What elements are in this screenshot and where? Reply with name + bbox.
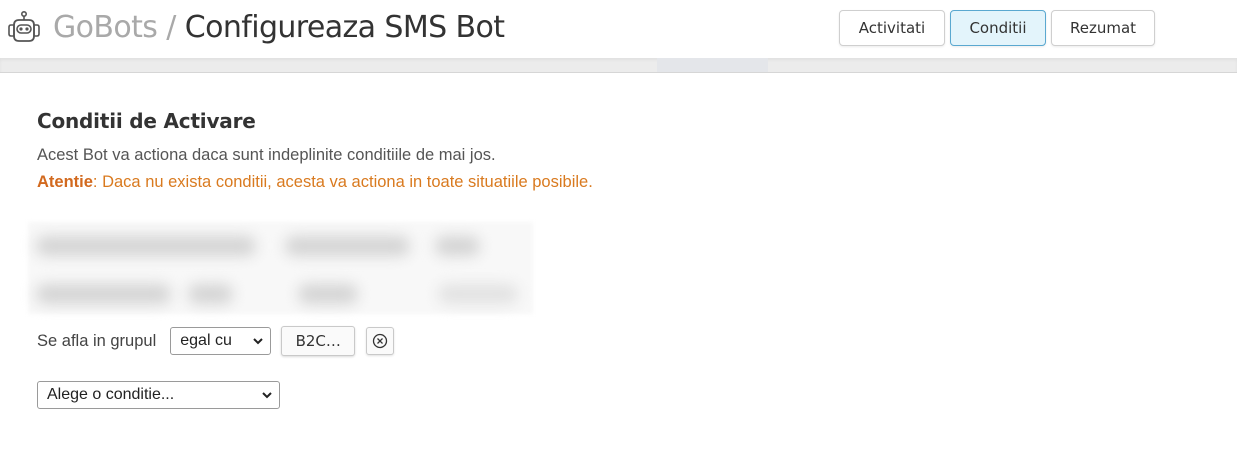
new-condition-placeholder: Alege o conditie...: [47, 386, 175, 403]
remove-condition-button[interactable]: [366, 327, 395, 355]
new-condition-select[interactable]: Alege o conditie...: [37, 381, 280, 409]
warning-message: Atentie: Daca nu exista conditii, acesta…: [37, 173, 593, 192]
step-tabs: Activitati Conditii Rezumat: [839, 10, 1155, 46]
brand-name: GoBots: [53, 10, 158, 45]
close-circle-icon: [373, 333, 388, 349]
tab-activitati[interactable]: Activitati: [839, 10, 945, 46]
tab-rezumat[interactable]: Rezumat: [1051, 10, 1155, 46]
redacted-row: [298, 284, 358, 304]
tab-conditii[interactable]: Conditii: [950, 10, 1046, 46]
redacted-row: [438, 284, 518, 304]
chevron-down-icon: [253, 338, 263, 345]
section-heading: Conditii de Activare: [37, 109, 256, 133]
warning-label: Atentie: [37, 173, 93, 191]
condition-label: Se afla in grupul: [37, 331, 157, 350]
title-separator: /: [157, 10, 185, 45]
conditions-section: Conditii de Activare: [37, 107, 256, 135]
redacted-row: [36, 284, 171, 304]
redacted-row: [285, 236, 410, 256]
redacted-row: [435, 236, 480, 256]
progress-segment: [657, 58, 768, 72]
redacted-row: [188, 284, 233, 304]
redacted-row: [36, 236, 256, 256]
operator-value: egal cu: [180, 332, 232, 349]
condition-row: Se afla in grupul egal cu B2C…: [37, 326, 395, 356]
app-header: GoBots / Configureaza SMS Bot Activitati…: [0, 0, 1237, 58]
robot-icon: [8, 10, 40, 42]
chevron-down-icon: [262, 392, 272, 399]
group-value-button[interactable]: B2C…: [281, 326, 356, 356]
progress-bar: [0, 58, 1237, 73]
warning-text: : Daca nu exista conditii, acesta va act…: [92, 173, 593, 191]
page-title: GoBots / Configureaza SMS Bot: [53, 8, 505, 48]
operator-select[interactable]: egal cu: [170, 327, 272, 355]
page-name: Configureaza SMS Bot: [184, 10, 505, 45]
section-description: Acest Bot va actiona daca sunt indeplini…: [37, 146, 496, 164]
